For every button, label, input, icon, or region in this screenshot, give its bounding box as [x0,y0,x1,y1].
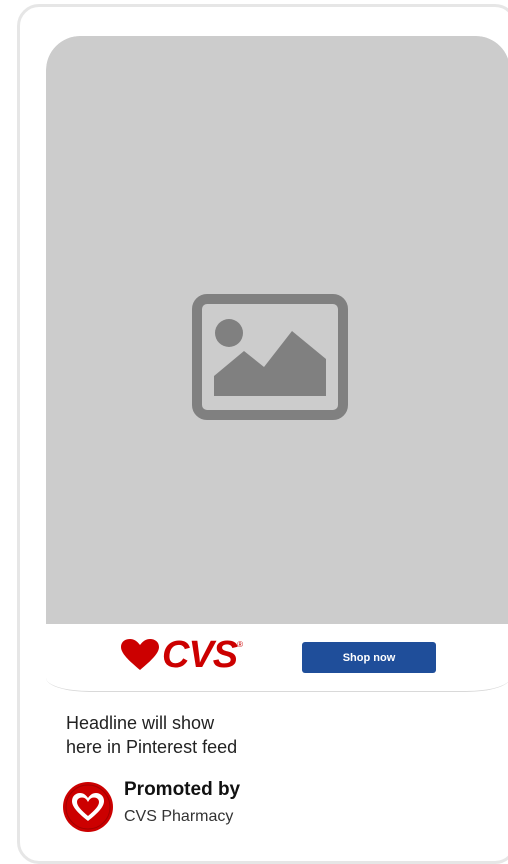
pin-headline[interactable]: Headline will show here in Pinterest fee… [66,711,326,759]
cta-bar: CVS ® Shop now [46,624,508,692]
cvs-logo: CVS ® [120,634,244,676]
image-placeholder-icon [192,294,348,420]
pin-card[interactable]: CVS ® Shop now [46,36,508,692]
headline-line-2: here in Pinterest feed [66,737,238,757]
shop-now-button[interactable]: Shop now [302,642,436,673]
heart-icon [121,639,159,670]
pin-image[interactable] [46,36,508,624]
advertiser-name[interactable]: CVS Pharmacy [124,806,240,828]
promoted-by-label: Promoted by [124,779,241,800]
registered-mark: ® [237,640,244,649]
promoted-by-row[interactable]: Promoted by CVS Pharmacy [62,778,240,833]
headline-line-1: Headline will show [66,713,215,733]
promoted-text: Promoted by CVS Pharmacy [124,778,240,828]
cvs-heart-avatar-icon[interactable] [62,781,114,833]
brand-text: CVS [162,634,238,676]
